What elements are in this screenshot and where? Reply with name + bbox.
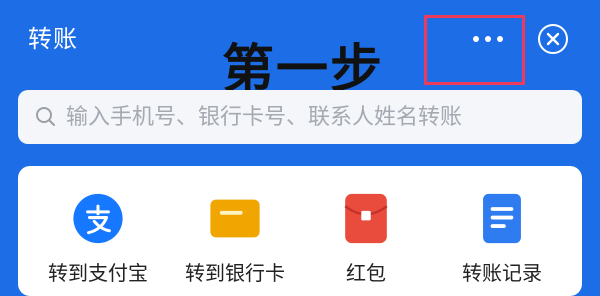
search-input[interactable] (66, 104, 582, 130)
transfer-to-alipay-button[interactable]: 转到支付宝 (28, 166, 168, 286)
action-label: 红包 (346, 261, 386, 285)
transfer-actions-panel: 转到支付宝 转到银行卡 红包 转账记录 (18, 166, 582, 296)
alipay-icon (73, 193, 123, 244)
red-packet-icon (344, 193, 388, 244)
transfer-record-button[interactable]: 转账记录 (432, 166, 572, 286)
highlight-box (424, 15, 525, 85)
close-button[interactable] (538, 24, 568, 54)
transfer-record-icon (483, 193, 521, 244)
action-label: 转账记录 (462, 261, 542, 285)
page-title: 转账 (28, 25, 78, 53)
search-bar[interactable] (18, 90, 582, 144)
search-icon (36, 107, 55, 126)
bank-card-icon (210, 199, 260, 238)
transfer-to-bank-card-button[interactable]: 转到银行卡 (165, 166, 305, 286)
action-label: 转到支付宝 (48, 261, 148, 285)
red-packet-button[interactable]: 红包 (296, 166, 436, 286)
close-icon (546, 32, 560, 46)
action-label: 转到银行卡 (185, 261, 285, 285)
